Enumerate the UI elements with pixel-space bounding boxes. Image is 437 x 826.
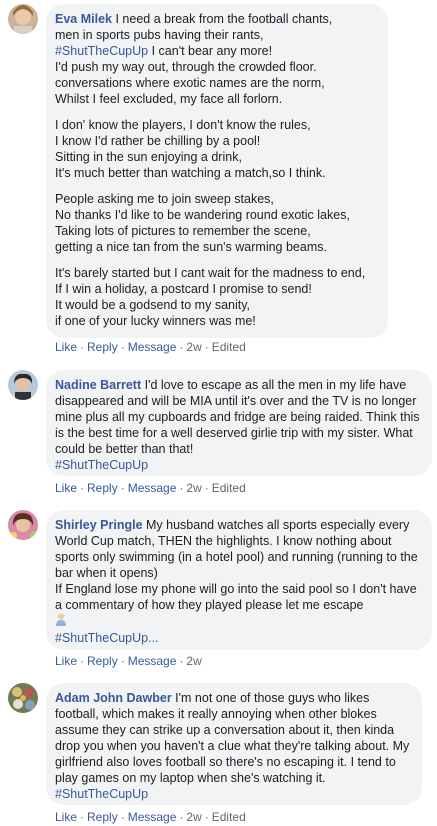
message-link[interactable]: Message bbox=[128, 340, 177, 354]
comment-bubble: Shirley Pringle My husband watches all s… bbox=[46, 510, 432, 650]
like-link[interactable]: Like bbox=[55, 340, 77, 354]
comment-line: No thanks I'd like to be wandering round… bbox=[55, 208, 350, 222]
comment-line: People asking me to join sweep stakes, bbox=[55, 192, 274, 206]
hashtag-link[interactable]: #ShutTheCupUp bbox=[55, 44, 148, 58]
commenter-name[interactable]: Shirley Pringle bbox=[55, 518, 143, 532]
timestamp[interactable]: 2w bbox=[186, 481, 201, 495]
edited-label: Edited bbox=[211, 481, 246, 495]
comment-line: I don' know the players, I don't know th… bbox=[55, 118, 311, 132]
comment-line: I'd push my way out, through the crowded… bbox=[55, 60, 317, 74]
comment-line: I need a break from the football chants, bbox=[115, 12, 333, 26]
comment-text: I'm not one of those guys who likes foot… bbox=[55, 691, 413, 785]
comment-line: I know I'd rather be chilling by a pool! bbox=[55, 134, 261, 148]
reply-link[interactable]: Reply bbox=[87, 340, 118, 354]
comment-actions: Like · Reply · Message · 2w · Edited bbox=[55, 810, 246, 824]
comment-line: men in sports pubs having their rants, bbox=[55, 28, 264, 42]
comment-actions: Like · Reply · Message · 2w · Edited bbox=[55, 481, 246, 495]
comment-line: It would be a godsend to my sanity, bbox=[55, 298, 251, 312]
avatar[interactable] bbox=[8, 4, 38, 34]
message-link[interactable]: Message bbox=[128, 654, 177, 668]
comment-line: if one of your lucky winners was me! bbox=[55, 314, 256, 328]
commenter-name[interactable]: Eva Milek bbox=[55, 12, 112, 26]
like-link[interactable]: Like bbox=[55, 810, 77, 824]
edited-label: Edited bbox=[211, 340, 246, 354]
reply-link[interactable]: Reply bbox=[87, 810, 118, 824]
comment-line: Whilst I feel excluded, my face all forl… bbox=[55, 92, 283, 106]
comment-bubble: Eva Milek I need a break from the footba… bbox=[46, 4, 388, 338]
timestamp[interactable]: 2w bbox=[186, 810, 201, 824]
comment-line: Taking lots of pictures to remember the … bbox=[55, 224, 311, 238]
message-link[interactable]: Message bbox=[128, 481, 177, 495]
comment-paragraph: People asking me to join sweep stakes, N… bbox=[55, 191, 378, 255]
hashtag-link[interactable]: #ShutTheCupUp... bbox=[55, 631, 159, 645]
comment-bubble: Adam John Dawber I'm not one of those gu… bbox=[46, 683, 422, 805]
comment-line: It's barely started but I cant wait for … bbox=[55, 266, 366, 280]
timestamp[interactable]: 2w bbox=[186, 340, 201, 354]
hashtag-link[interactable]: #ShutTheCupUp bbox=[55, 458, 148, 472]
avatar[interactable] bbox=[8, 370, 38, 400]
comment-paragraph: It's barely started but I cant wait for … bbox=[55, 265, 378, 329]
comment-bubble: Nadine Barrett I'd love to escape as all… bbox=[46, 370, 432, 476]
avatar[interactable] bbox=[8, 510, 38, 540]
commenter-name[interactable]: Adam John Dawber bbox=[55, 691, 172, 705]
reply-link[interactable]: Reply bbox=[87, 654, 118, 668]
comment-line: If I win a holiday, a postcard I promise… bbox=[55, 282, 312, 296]
commenter-name[interactable]: Nadine Barrett bbox=[55, 378, 141, 392]
message-link[interactable]: Message bbox=[128, 810, 177, 824]
like-link[interactable]: Like bbox=[55, 654, 77, 668]
comment-actions: Like · Reply · Message · 2w · Edited bbox=[55, 340, 246, 354]
avatar[interactable] bbox=[8, 683, 38, 713]
comment-actions: Like · Reply · Message · 2w bbox=[55, 654, 202, 668]
comment-line: Sitting in the sun enjoying a drink, bbox=[55, 150, 242, 164]
comment-line: I can't bear any more! bbox=[148, 44, 273, 58]
comment-paragraph: Eva Milek I need a break from the footba… bbox=[55, 11, 378, 107]
comment-line: conversations where exotic names are the… bbox=[55, 76, 325, 90]
edited-label: Edited bbox=[211, 810, 246, 824]
like-link[interactable]: Like bbox=[55, 481, 77, 495]
comment-line: It's much better than watching a match,s… bbox=[55, 166, 326, 180]
reply-link[interactable]: Reply bbox=[87, 481, 118, 495]
person-emoji-icon bbox=[55, 613, 67, 630]
comment-paragraph: I don' know the players, I don't know th… bbox=[55, 117, 378, 181]
timestamp[interactable]: 2w bbox=[186, 654, 201, 668]
comment-line: getting a nice tan from the sun's warmin… bbox=[55, 240, 327, 254]
comment-text: If England lose my phone will go into th… bbox=[55, 582, 421, 612]
hashtag-link[interactable]: #ShutTheCupUp bbox=[55, 787, 148, 801]
